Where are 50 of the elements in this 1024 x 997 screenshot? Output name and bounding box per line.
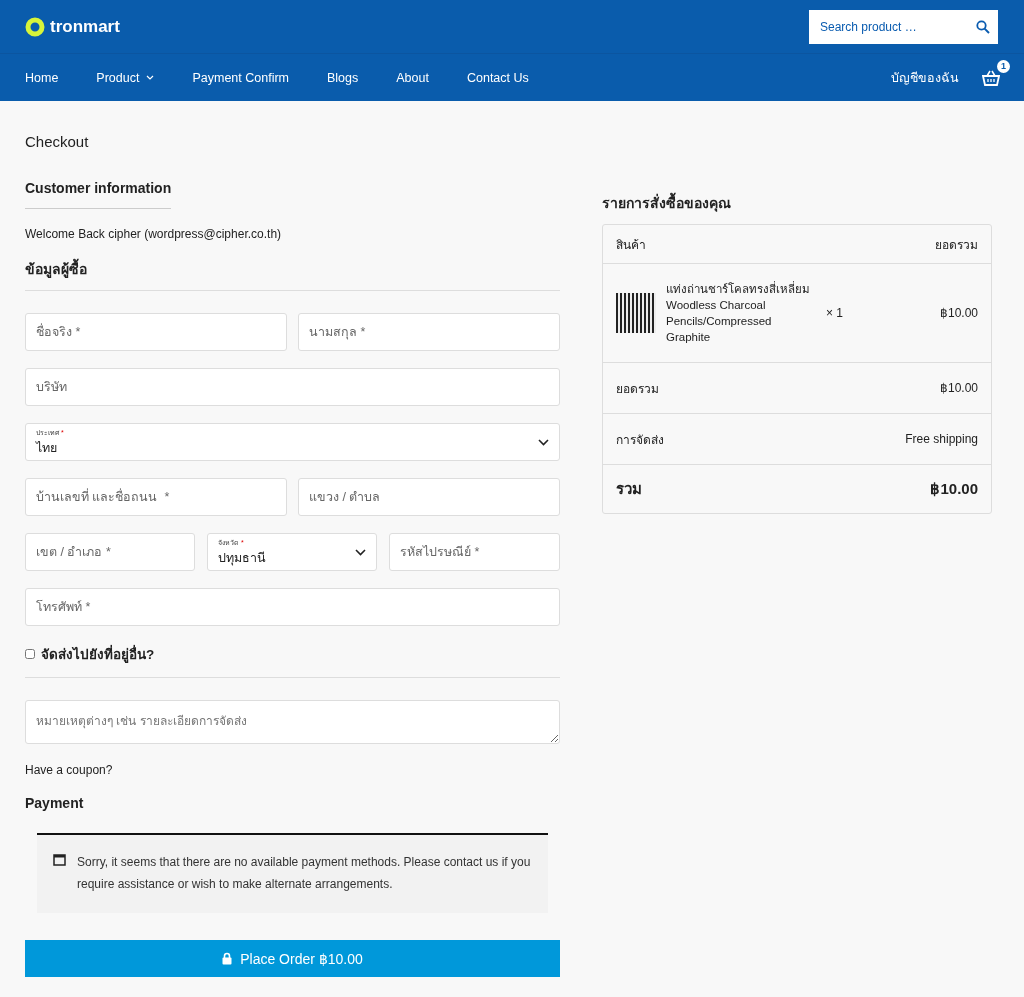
search-icon[interactable] <box>976 19 990 34</box>
summary-value: ฿10.00 <box>939 381 978 395</box>
input-field[interactable]: เขต / อำเภอ * <box>25 533 195 571</box>
select-value: ไทย <box>36 439 57 457</box>
checkbox[interactable] <box>25 649 35 659</box>
product-name: แท่งถ่านชาร์โคลทรงสี่เหลี่ยม Woodless Charcoal Pencils/Compressed Graphite <box>666 281 811 345</box>
input-field[interactable]: รหัสไปรษณีย์ * <box>389 533 560 571</box>
summary-value: Free shipping <box>905 432 978 446</box>
section-heading: Payment <box>25 795 85 811</box>
price-text: ฿10.00 <box>939 306 978 320</box>
quantity-text: × 1 <box>826 306 844 320</box>
lock-icon <box>222 952 233 965</box>
welcome-text: Welcome Back cipher (wordpress@cipher.co.th) <box>25 227 283 241</box>
select-value: ปทุมธานี <box>218 549 266 568</box>
page-title: Checkout <box>25 133 90 150</box>
window-icon <box>53 854 66 866</box>
logo-ring-icon <box>25 16 45 37</box>
input-field[interactable]: บ้านเลขที่ และชื่อถนน * <box>25 478 287 516</box>
photo-placeholder <box>616 293 656 333</box>
section-heading: Customer information <box>25 180 172 209</box>
logo-text[interactable]: tronmart <box>50 16 120 37</box>
chevron-down-icon <box>538 439 549 446</box>
nav-link[interactable]: Contact Us <box>466 70 529 85</box>
column-header: ยอดรวม <box>935 236 978 254</box>
column-header: สินค้า <box>616 236 646 254</box>
notes-field[interactable]: หมายเหตุต่างๆ เช่น รายละเอียดการจัดส่ง <box>25 700 560 744</box>
chevron-down-icon <box>355 549 366 556</box>
input-field[interactable]: โทรศัพท์ * <box>25 588 560 626</box>
nav-link[interactable]: Home <box>25 70 59 85</box>
section-heading: รายการสั่งซื้อของคุณ <box>602 192 992 214</box>
coupon-link[interactable]: Have a coupon? <box>25 763 560 777</box>
account-link[interactable]: บัญชีของฉัน <box>891 67 959 88</box>
nav-link[interactable]: Product <box>96 70 155 85</box>
summary-label: การจัดส่ง <box>616 431 664 449</box>
section-heading: ข้อมูลผู้ซื้อ <box>25 258 560 291</box>
summary-label: ยอดรวม <box>616 380 659 398</box>
input-field[interactable]: แขวง / ตำบล <box>298 478 560 516</box>
checkbox-label[interactable]: จัดส่งไปยังที่อยู่อื่น? <box>41 643 155 665</box>
summary-label: รวม <box>616 479 642 499</box>
basket-icon[interactable] <box>982 69 1000 86</box>
search-field[interactable]: Search product … <box>809 9 998 44</box>
notice-text: Sorry, it seems that there are no available payment methods. Please contact us if you require assistance or wish to make alternate arrangements. <box>77 854 532 893</box>
input-field[interactable]: บริษัท <box>25 368 560 406</box>
nav-link[interactable]: About <box>396 70 429 85</box>
summary-value: ฿10.00 <box>930 480 978 498</box>
input-field[interactable]: ชื่อจริง * <box>25 313 287 351</box>
input-field[interactable]: นามสกุล * <box>298 313 560 351</box>
nav-link[interactable]: Payment Confirm <box>192 70 289 85</box>
nav-link[interactable]: Blogs <box>327 70 359 85</box>
cart-count-badge: 1 <box>997 59 1010 73</box>
